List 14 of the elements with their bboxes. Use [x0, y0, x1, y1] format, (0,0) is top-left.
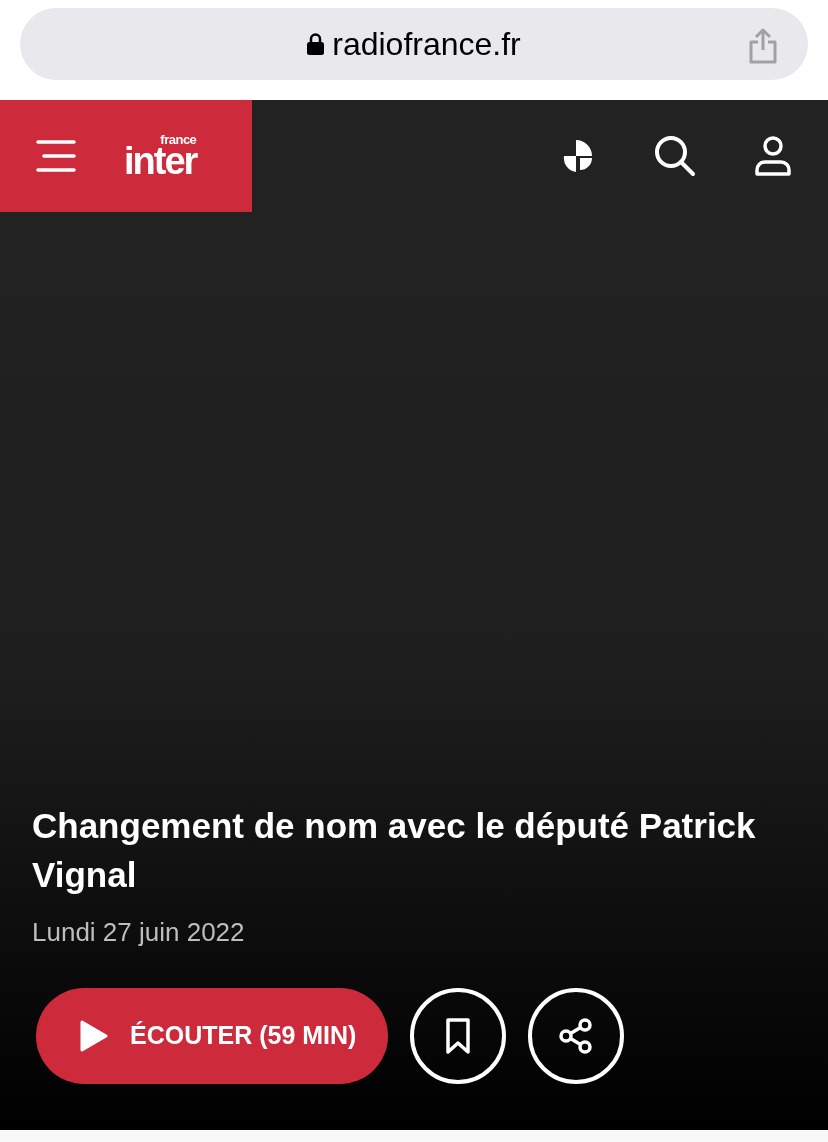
bookmark-button[interactable]: [410, 988, 506, 1084]
menu-icon[interactable]: [36, 140, 76, 172]
share-icon: [558, 1018, 594, 1054]
share-button[interactable]: [528, 988, 624, 1084]
listen-button[interactable]: ÉCOUTER (59 MIN): [36, 988, 388, 1084]
lock-icon: [307, 33, 325, 55]
url-text[interactable]: radiofrance.fr: [332, 20, 521, 68]
logo[interactable]: france inter: [124, 132, 197, 180]
play-icon: [80, 1020, 108, 1052]
search-icon[interactable]: [654, 135, 696, 177]
bookmark-icon: [444, 1018, 472, 1054]
user-icon[interactable]: [754, 136, 792, 176]
episode-title: Changement de nom avec le député Patrick Vignal: [32, 805, 757, 896]
episode-date: Lundi 27 juin 2022: [32, 916, 246, 949]
